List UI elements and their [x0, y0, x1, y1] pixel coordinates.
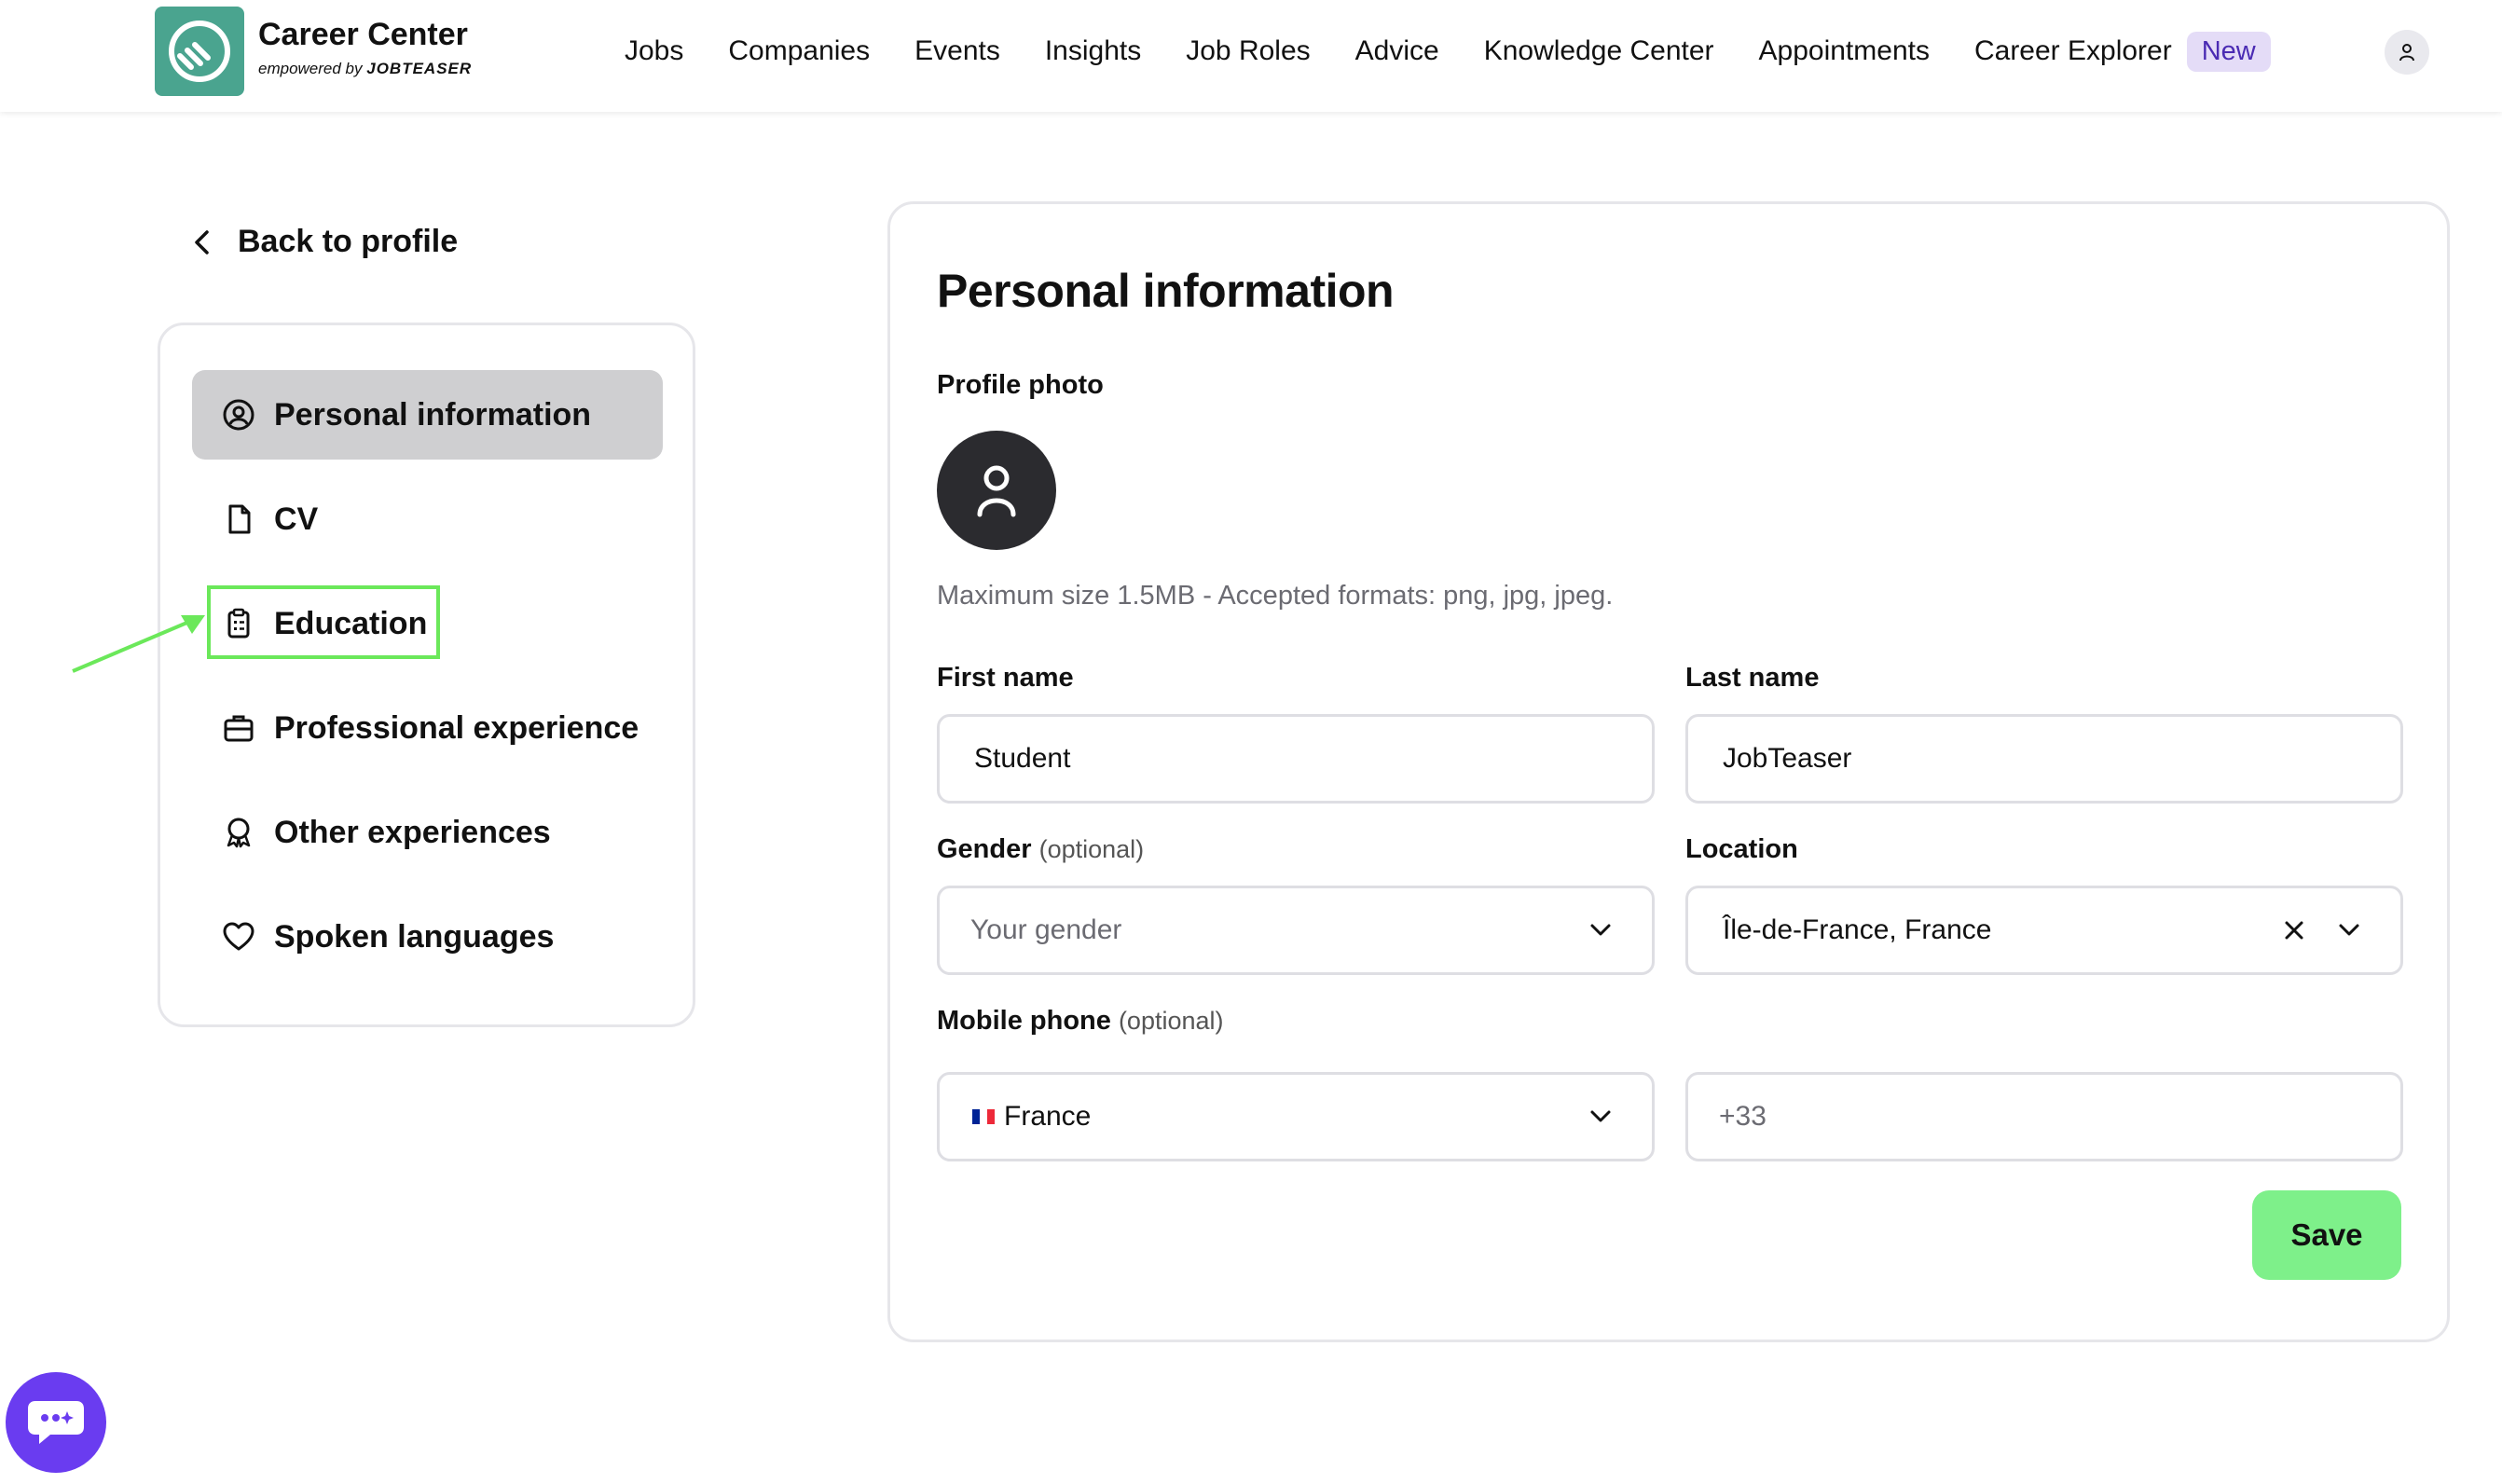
brand-sub-prefix: empowered by — [258, 60, 363, 77]
clipboard-icon — [222, 607, 255, 640]
sidebar-item-education[interactable]: Education — [192, 579, 663, 668]
optional-tag: (optional) — [1118, 1007, 1224, 1035]
last-name-label: Last name — [1685, 663, 1820, 693]
user-menu-button[interactable] — [2385, 30, 2429, 75]
chat-bubble-icon — [28, 1401, 84, 1444]
chevron-down-icon — [1590, 924, 1611, 936]
last-name-input[interactable]: JobTeaser — [1685, 714, 2403, 804]
top-header: Career Center empowered by JOBTEASER Job… — [0, 0, 2502, 112]
personal-information-card: Personal information Profile photo Maxim… — [887, 201, 2450, 1342]
france-flag-icon — [972, 1109, 995, 1124]
brand-subtitle: empowered by JOBTEASER — [258, 60, 472, 78]
sidebar-item-label: Personal information — [274, 396, 592, 433]
sidebar-item-label: Education — [274, 605, 428, 641]
gender-label: Gender (optional) — [937, 834, 1144, 865]
save-button[interactable]: Save — [2252, 1190, 2401, 1280]
location-value: Île-de-France, France — [1723, 914, 1992, 945]
photo-format-hint: Maximum size 1.5MB - Accepted formats: p… — [937, 581, 1614, 611]
phone-number-input[interactable]: +33 — [1685, 1072, 2403, 1161]
nav-career-explorer[interactable]: Career Explorer — [1974, 35, 2172, 67]
nav-events[interactable]: Events — [914, 35, 1000, 67]
phone-placeholder: +33 — [1719, 1101, 1767, 1132]
user-icon — [2399, 44, 2414, 62]
sidebar-item-spoken-languages[interactable]: Spoken languages — [192, 892, 663, 982]
profile-photo-label: Profile photo — [937, 370, 1104, 400]
optional-tag: (optional) — [1038, 835, 1145, 863]
avatar-placeholder-icon — [977, 465, 1016, 517]
brand-sub-name: JOBTEASER — [366, 60, 473, 77]
new-badge: New — [2186, 31, 2271, 72]
pointer-arrow-icon — [72, 615, 205, 673]
chevron-down-icon — [1590, 1110, 1611, 1122]
back-to-profile-label: Back to profile — [238, 224, 459, 259]
sidebar-item-cv[interactable]: CV — [192, 474, 663, 564]
file-icon — [222, 502, 255, 536]
nav-advice[interactable]: Advice — [1355, 35, 1439, 67]
nav-jobs[interactable]: Jobs — [625, 35, 683, 67]
logo-mark-icon — [169, 21, 230, 82]
phone-country-select[interactable]: France — [937, 1072, 1655, 1161]
first-name-value: Student — [974, 743, 1071, 774]
sidebar-item-label: Professional experience — [274, 709, 639, 746]
career-center-logo[interactable] — [155, 7, 244, 96]
chat-assistant-button[interactable] — [6, 1372, 106, 1473]
sidebar-item-label: Other experiences — [274, 814, 551, 850]
chevron-down-icon — [2339, 924, 2359, 936]
location-label: Location — [1685, 834, 1798, 864]
sidebar-item-label: Spoken languages — [274, 918, 555, 955]
sidebar-item-professional-experience[interactable]: Professional experience — [192, 683, 663, 773]
last-name-value: JobTeaser — [1723, 743, 1852, 774]
briefcase-icon — [222, 711, 255, 745]
sidebar-item-other-experiences[interactable]: Other experiences — [192, 788, 663, 877]
mobile-phone-label: Mobile phone (optional) — [937, 1006, 1224, 1037]
back-to-profile-link[interactable]: Back to profile — [191, 224, 458, 260]
user-circle-icon — [222, 398, 255, 432]
location-select[interactable]: Île-de-France, France — [1685, 886, 2403, 975]
nav-knowledge-center[interactable]: Knowledge Center — [1484, 35, 1714, 67]
profile-sidebar: Personal information CV Education Profes… — [158, 323, 695, 1027]
nav-companies[interactable]: Companies — [728, 35, 870, 67]
profile-photo-upload[interactable] — [937, 431, 1056, 550]
first-name-input[interactable]: Student — [937, 714, 1655, 804]
country-value: France — [1004, 1101, 1092, 1132]
mobile-phone-label-text: Mobile phone — [937, 1006, 1111, 1036]
heart-icon — [222, 920, 255, 954]
brand-title: Career Center — [258, 17, 468, 52]
sidebar-item-label: CV — [274, 501, 319, 537]
chevron-left-icon — [195, 229, 209, 254]
page-title: Personal information — [937, 265, 1395, 317]
sidebar-item-personal-information[interactable]: Personal information — [192, 370, 663, 460]
gender-label-text: Gender — [937, 834, 1032, 864]
gender-select[interactable]: Your gender — [937, 886, 1655, 975]
nav-appointments[interactable]: Appointments — [1759, 35, 1930, 67]
clear-icon[interactable] — [2281, 917, 2307, 943]
nav-insights[interactable]: Insights — [1045, 35, 1141, 67]
main-nav: Jobs Companies Events Insights Job Roles… — [625, 0, 2271, 103]
first-name-label: First name — [937, 663, 1074, 693]
gender-placeholder: Your gender — [970, 914, 1122, 945]
award-icon — [222, 816, 255, 849]
nav-job-roles[interactable]: Job Roles — [1186, 35, 1310, 67]
